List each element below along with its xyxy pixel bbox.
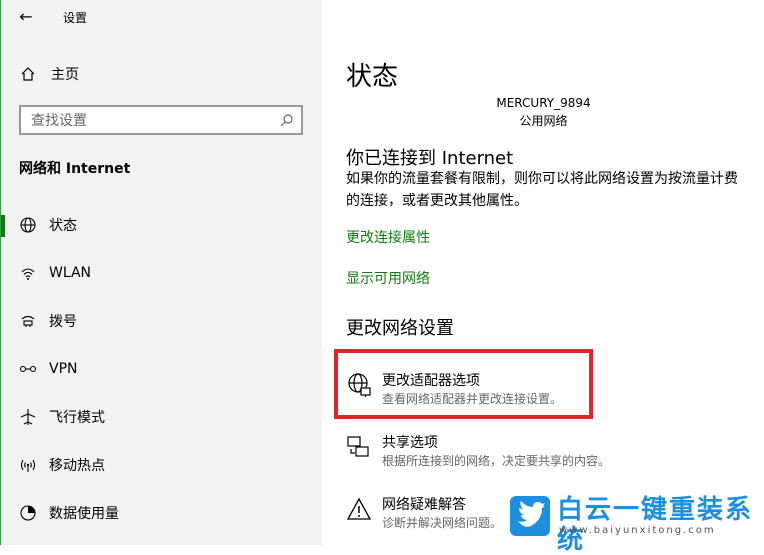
sidebar-item-status[interactable]: 状态	[1, 203, 322, 247]
highlight-box	[334, 349, 593, 419]
network-type: 公用网络	[519, 114, 568, 128]
sidebar: ← 设置 主页 网络和 Internet 状态 WLAN	[1, 0, 322, 545]
home-link[interactable]: 主页	[19, 63, 79, 85]
window-title: 设置	[63, 11, 88, 25]
back-button[interactable]: ←	[15, 6, 37, 28]
connected-description: 如果你的流量套餐有限制，则你可以将此网络设置为按流量计费的连接，或者更改其他属性…	[346, 171, 738, 209]
sidebar-item-label: VPN	[49, 361, 78, 377]
change-network-settings-heading: 更改网络设置	[346, 318, 454, 339]
search-box[interactable]	[19, 105, 303, 135]
change-connection-properties-link[interactable]: 更改连接属性	[346, 227, 430, 247]
airplane-icon	[19, 408, 37, 426]
dialup-icon	[19, 312, 37, 330]
sidebar-item-label: 拨号	[49, 314, 77, 330]
sharing-icon	[346, 434, 372, 460]
data-usage-icon	[19, 504, 37, 522]
sidebar-item-label: 状态	[49, 218, 77, 234]
show-available-networks-link[interactable]: 显示可用网络	[346, 268, 430, 288]
sidebar-item-wlan[interactable]: WLAN	[1, 251, 322, 295]
search-input[interactable]	[29, 111, 273, 131]
hotspot-icon	[19, 456, 37, 474]
watermark-url: www.baiyunxitong.com	[559, 525, 716, 536]
option-subtitle: 诊断并解决网络问题。	[382, 516, 503, 530]
home-label: 主页	[51, 67, 79, 83]
sidebar-item-label: 数据使用量	[49, 506, 119, 522]
globe-icon	[19, 216, 37, 234]
sidebar-item-label: 移动热点	[49, 458, 105, 474]
watermark: 白云一键重装系统 www.baiyunxitong.com	[509, 495, 759, 555]
home-icon	[19, 65, 37, 83]
sidebar-item-label: 飞行模式	[49, 410, 105, 426]
sidebar-item-dialup[interactable]: 拨号	[1, 299, 322, 343]
search-icon[interactable]	[279, 112, 295, 128]
option-title: 共享选项	[382, 435, 438, 451]
section-title: 网络和 Internet	[19, 161, 131, 177]
settings-window: ← 设置 主页 网络和 Internet 状态 WLAN	[0, 0, 764, 555]
option-subtitle: 根据所连接到的网络，决定要共享的内容。	[382, 454, 611, 468]
page-title: 状态	[346, 62, 399, 92]
bird-logo-icon	[509, 495, 551, 537]
sidebar-item-hotspot[interactable]: 移动热点	[1, 443, 322, 487]
connected-heading: 你已连接到 Internet	[346, 148, 514, 169]
title-bar: ← 设置	[1, 0, 322, 36]
wifi-icon	[19, 264, 37, 282]
sidebar-item-data-usage[interactable]: 数据使用量	[1, 491, 322, 535]
vpn-icon	[19, 360, 37, 378]
network-name: MERCURY_9894	[496, 96, 591, 110]
sidebar-item-label: WLAN	[49, 265, 92, 281]
sidebar-item-vpn[interactable]: VPN	[1, 347, 322, 391]
sidebar-item-airplane[interactable]: 飞行模式	[1, 395, 322, 439]
warning-icon	[346, 496, 372, 522]
option-title: 网络疑难解答	[382, 497, 466, 513]
